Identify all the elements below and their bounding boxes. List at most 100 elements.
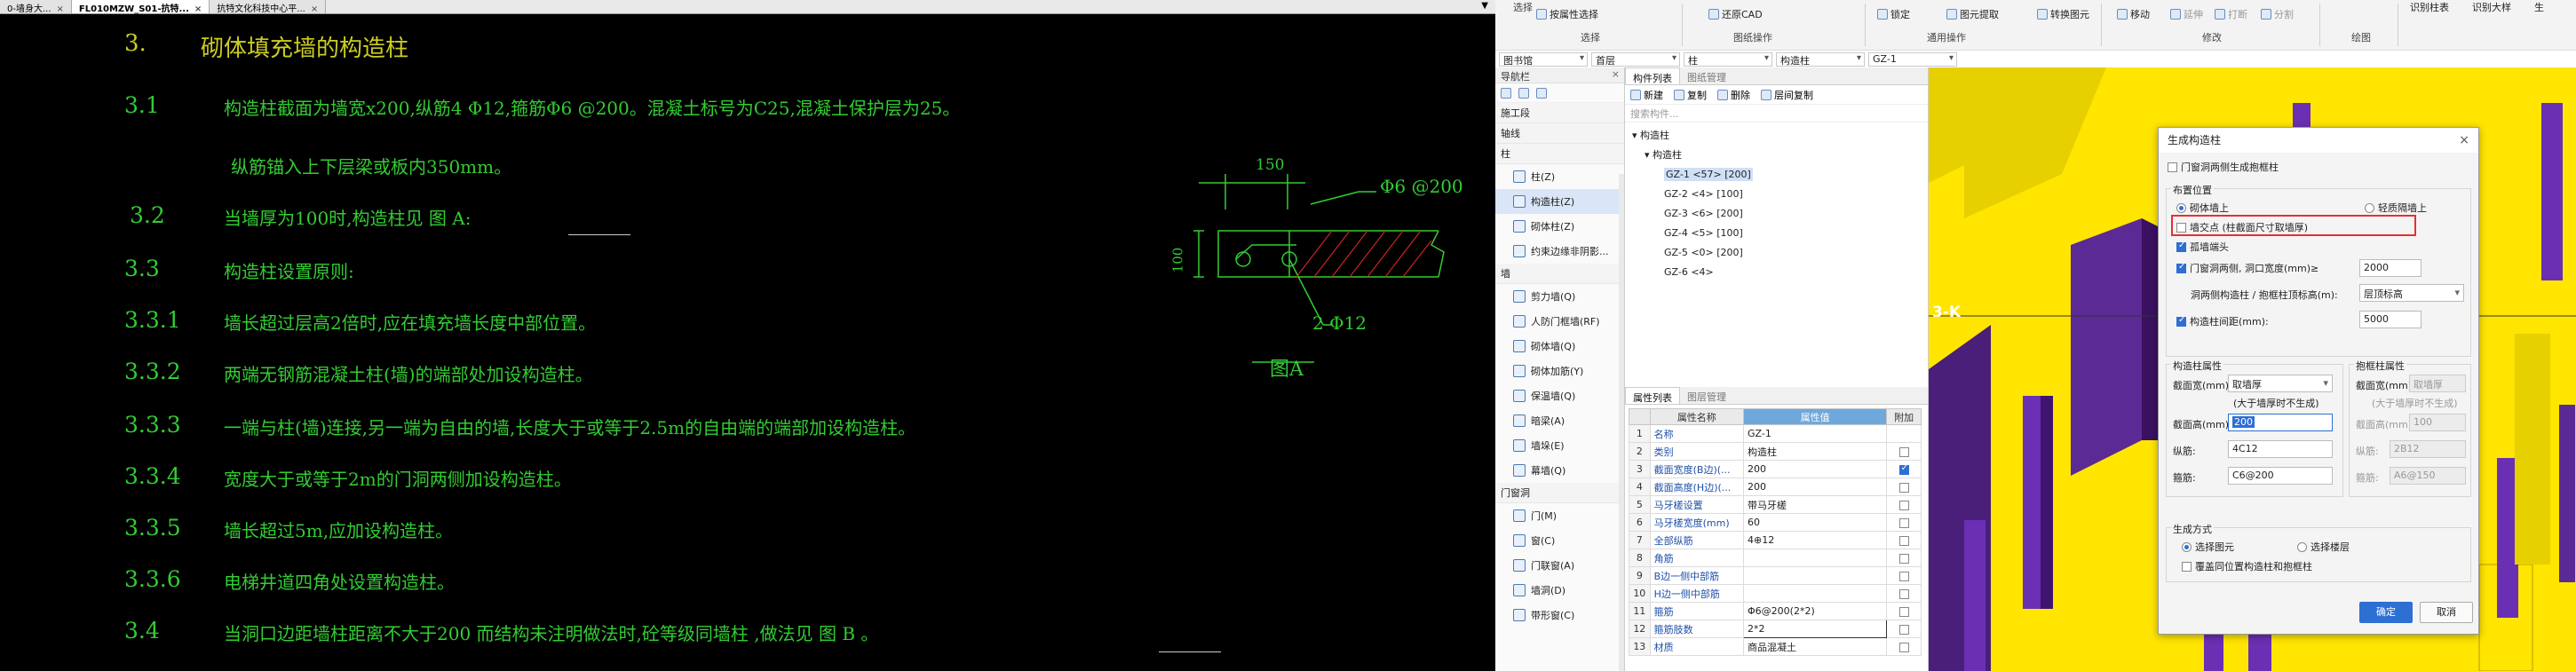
long-rebar-input[interactable]: 4C12 [2228, 440, 2333, 458]
nav-category[interactable]: 门窗洞 [1495, 483, 1624, 503]
property-value[interactable]: 商品混凝土 [1742, 637, 1888, 656]
pick-by-property-button[interactable]: 按属性选择 [1536, 7, 1598, 21]
mode-pick-radio[interactable]: 选择图元 [2182, 540, 2234, 554]
extra-checkbox[interactable] [1898, 446, 1909, 457]
property-value[interactable]: 4⊕12 [1742, 531, 1888, 549]
close-icon[interactable]: × [311, 4, 318, 14]
extra-checkbox[interactable] [1898, 463, 1909, 475]
break-button[interactable]: 打断 [2215, 7, 2247, 21]
spacing-checkbox[interactable]: 构造柱间距(mm): [2176, 314, 2269, 328]
nav-item[interactable]: 柱(Z) [1495, 164, 1624, 189]
property-value[interactable]: 带马牙槎 [1742, 495, 1888, 514]
identify-column-table-button[interactable]: 识别柱表 [2410, 0, 2449, 14]
property-row[interactable]: 7 全部纵筋 4⊕12 [1629, 531, 1922, 549]
copy-button[interactable]: 复制 [1674, 88, 1707, 102]
tree-sub[interactable]: ▾ 构造柱 [1632, 146, 1928, 165]
building-select[interactable]: 图书馆 [1499, 52, 1588, 67]
on-wall-radio[interactable]: 砌体墙上 [2176, 201, 2229, 215]
door-sides-checkbox[interactable]: 门窗洞两侧, 洞口宽度(mm)≥ [2176, 261, 2318, 275]
component-item[interactable]: GZ-2 <4> [100] [1664, 185, 1928, 204]
bk-long-input[interactable]: 2B12 [2390, 440, 2466, 458]
spacing-input[interactable]: 5000 [2359, 311, 2421, 328]
close-icon[interactable]: × [2459, 128, 2469, 153]
extra-checkbox[interactable] [1898, 606, 1909, 617]
cad-tab-2[interactable]: FL010MZW_S01-抗特... × [71, 0, 210, 14]
nav-item[interactable]: 门联窗(A) [1495, 553, 1624, 578]
nav-item[interactable]: 构造柱(Z) [1495, 189, 1624, 214]
nav-item[interactable]: 墙洞(D) [1495, 578, 1624, 603]
door-width-input[interactable]: 2000 [2359, 259, 2421, 277]
isolated-end-checkbox[interactable]: 孤墙端头 [2176, 240, 2229, 254]
nav-item[interactable]: 窗(C) [1495, 528, 1624, 553]
nav-item[interactable]: 幕墙(Q) [1495, 458, 1624, 483]
cancel-button[interactable]: 取消 [2420, 602, 2473, 623]
tab-layer-management[interactable]: 图层管理 [1680, 387, 1733, 404]
nav-item[interactable]: 人防门框墙(RF) [1495, 309, 1624, 334]
property-value[interactable] [1742, 584, 1888, 603]
cad-tab-3[interactable]: 抗特文化科技中心平... × [210, 0, 327, 14]
height-input[interactable]: 200 [2228, 414, 2333, 431]
nav-item[interactable]: 门(M) [1495, 503, 1624, 528]
nav-item[interactable]: 砌体墙(Q) [1495, 334, 1624, 359]
bk-width-select[interactable]: 取墙厚 [2409, 375, 2466, 392]
nav-category[interactable]: 施工段 [1495, 103, 1624, 123]
property-row[interactable]: 10 H边一侧中部筋 [1629, 584, 1922, 603]
property-row[interactable]: 11 箍筋 Φ6@200(2*2) [1629, 602, 1922, 620]
list-view-icon[interactable] [1518, 87, 1529, 99]
component-select[interactable]: GZ-1 [1868, 52, 1957, 67]
override-checkbox[interactable]: 覆盖同位置构造柱和抱框柱 [2182, 559, 2312, 573]
layer-copy-button[interactable]: 层间复制 [1761, 88, 1813, 102]
component-item[interactable]: GZ-6 <4> [1664, 263, 1928, 282]
floor-select[interactable]: 首层 [1591, 52, 1680, 67]
new-button[interactable]: 新建 [1630, 88, 1663, 102]
extra-checkbox[interactable] [1898, 571, 1909, 581]
delete-button[interactable]: 删除 [1717, 88, 1750, 102]
bk-stirrup-input[interactable]: A6@150 [2390, 467, 2466, 485]
cad-drawing-area[interactable]: 0-墙身大... × FL010MZW_S01-抗特... × 抗特文化科技中心平.… [0, 0, 1495, 671]
nav-scrollbar[interactable] [1619, 174, 1624, 671]
cross-point-checkbox[interactable]: 墙交点 (柱截面尺寸取墙厚) [2176, 220, 2308, 234]
component-item[interactable]: GZ-3 <6> [200] [1664, 204, 1928, 224]
nav-category[interactable]: 墙 [1495, 264, 1624, 284]
component-search-input[interactable]: 搜索构件... [1625, 105, 1928, 122]
tab-drawing-management[interactable]: 图纸管理 [1680, 67, 1733, 84]
gate-wall-checkbox[interactable]: 门窗洞两侧生成抱框柱 [2168, 160, 2279, 174]
light-wall-radio[interactable]: 轻质隔墙上 [2365, 201, 2427, 215]
property-value[interactable]: GZ-1 [1742, 424, 1888, 443]
split-button[interactable]: 分割 [2261, 7, 2294, 21]
restore-cad-button[interactable]: 还原CAD [1708, 7, 1763, 21]
top-elevation-select[interactable]: 层顶标高 [2359, 284, 2464, 302]
width-select[interactable]: 取墙厚 [2228, 375, 2333, 392]
close-icon[interactable]: × [194, 4, 202, 14]
property-value[interactable]: 60 [1742, 513, 1888, 532]
component-item[interactable]: GZ-1 <57> [200] [1664, 165, 1928, 185]
extra-checkbox[interactable] [1898, 517, 1909, 528]
identify-detail-button[interactable]: 识别大样 [2472, 0, 2511, 14]
property-row[interactable]: 1 名称 GZ-1 [1629, 424, 1922, 443]
property-value[interactable]: 200 [1742, 460, 1888, 478]
nav-item[interactable]: 剪力墙(Q) [1495, 284, 1624, 309]
extra-checkbox[interactable] [1898, 535, 1909, 546]
property-value[interactable] [1742, 566, 1888, 585]
property-value[interactable]: 2*2 [1742, 620, 1888, 638]
close-icon[interactable]: × [57, 4, 64, 14]
nav-item[interactable]: 保温墙(Q) [1495, 383, 1624, 408]
tab-property-list[interactable]: 属性列表 [1625, 387, 1680, 404]
property-value[interactable] [1742, 549, 1888, 567]
nav-item[interactable]: 约束边缘非阴影... [1495, 239, 1624, 264]
property-row[interactable]: 13 材质 商品混凝土 [1629, 637, 1922, 656]
pin-icon[interactable] [1501, 87, 1511, 99]
extra-checkbox[interactable] [1898, 553, 1909, 564]
cad-tab-1[interactable]: 0-墙身大... × [0, 0, 72, 14]
property-row[interactable]: 2 类别 构造柱 [1629, 442, 1922, 461]
bk-height-input[interactable]: 100 [2409, 414, 2466, 431]
nav-item[interactable]: 砌体柱(Z) [1495, 214, 1624, 239]
property-row[interactable]: 9 B边一侧中部筋 [1629, 566, 1922, 585]
component-item[interactable]: GZ-4 <5> [100] [1664, 224, 1928, 243]
extract-button[interactable]: 图元提取 [1946, 7, 1999, 21]
move-button[interactable]: 移动 [2117, 7, 2150, 21]
nav-item[interactable]: 墙垛(E) [1495, 433, 1624, 458]
convert-button[interactable]: 转换图元 [2037, 7, 2089, 21]
tree-view-icon[interactable] [1536, 87, 1547, 99]
property-row[interactable]: 8 角筋 [1629, 549, 1922, 567]
